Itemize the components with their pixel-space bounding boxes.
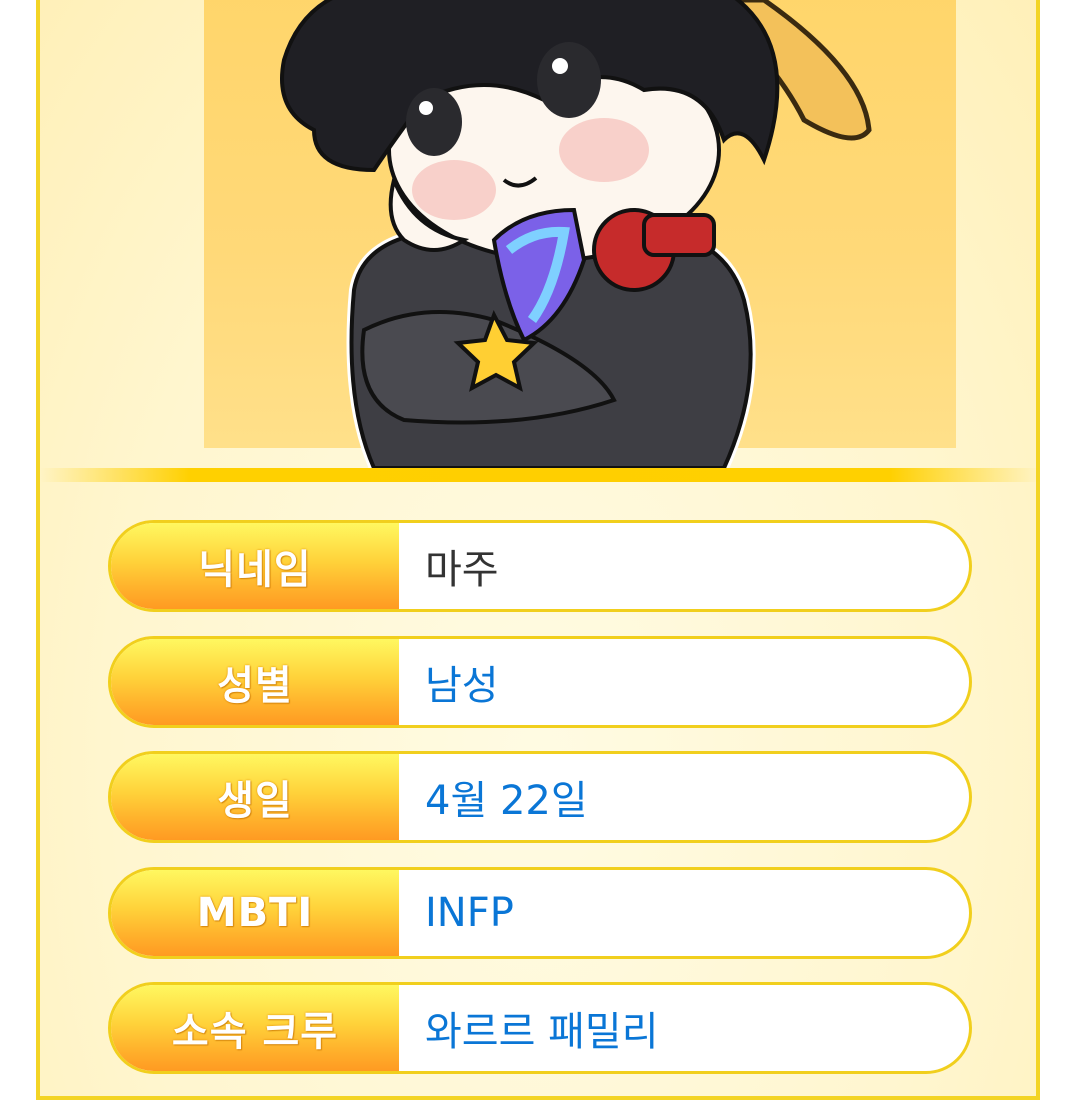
row-label: MBTI [111,870,399,956]
row-label: 성별 [111,639,399,725]
row-value: 마주 [425,547,499,593]
character-portrait [280,0,872,468]
row-value: INFP [425,890,514,936]
profile-row-birthday: 생일 4월 22일 [108,751,972,843]
row-value: 와르르 패밀리 [425,1009,659,1055]
row-label: 소속 크루 [111,985,399,1071]
row-value: 4월 22일 [425,778,588,824]
profile-row-nickname: 닉네임 마주 [108,520,972,612]
row-label: 생일 [111,754,399,840]
profile-row-mbti: MBTI INFP [108,867,972,959]
profile-row-gender: 성별 남성 [108,636,972,728]
profile-row-crew: 소속 크루 와르르 패밀리 [108,982,972,1074]
row-label: 닉네임 [111,523,399,609]
section-divider [40,468,1040,482]
row-value: 남성 [425,663,499,709]
